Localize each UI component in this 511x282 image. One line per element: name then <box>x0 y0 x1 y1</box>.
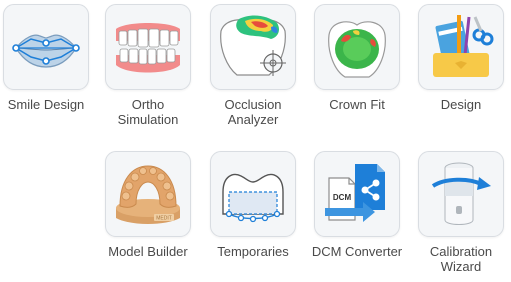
app-calibration-wizard[interactable]: Calibration Wizard <box>411 151 511 274</box>
app-label: Temporaries <box>217 244 289 259</box>
teeth-icon <box>116 23 180 73</box>
occlusion-analyzer-tile[interactable] <box>210 4 296 90</box>
dcm-file-icon: DCM <box>325 164 385 222</box>
smile-design-tile[interactable] <box>3 4 89 90</box>
app-label: Model Builder <box>108 244 188 259</box>
app-ortho-simulation[interactable]: Ortho Simulation <box>98 4 198 127</box>
app-label: DCM Converter <box>311 244 403 259</box>
app-dcm-converter[interactable]: DCM DCM Converter <box>307 151 407 259</box>
app-label: Smile Design <box>7 97 85 112</box>
calibration-icon <box>431 162 491 225</box>
app-design[interactable]: Design <box>411 4 511 112</box>
app-label: Calibration Wizard <box>429 244 493 274</box>
app-label: Occlusion Analyzer <box>224 97 282 127</box>
app-occlusion-analyzer[interactable]: Occlusion Analyzer <box>203 4 303 127</box>
app-smile-design[interactable]: Smile Design <box>0 4 96 112</box>
app-temporaries[interactable]: Temporaries <box>203 151 303 259</box>
lips-icon <box>12 34 80 68</box>
dcm-converter-tile[interactable]: DCM <box>314 151 400 237</box>
model-builder-tile[interactable]: MEDIT <box>105 151 191 237</box>
crown-fit-icon <box>328 21 386 78</box>
ortho-simulation-tile[interactable] <box>105 4 191 90</box>
dcm-badge: DCM <box>333 193 352 202</box>
app-model-builder[interactable]: MEDIT Model Builder <box>98 151 198 259</box>
temporaries-tile[interactable] <box>210 151 296 237</box>
app-label: Design <box>440 97 482 112</box>
design-tile[interactable] <box>418 4 504 90</box>
app-label: Crown Fit <box>329 97 385 112</box>
design-tools-icon <box>433 15 494 77</box>
calibration-wizard-tile[interactable] <box>418 151 504 237</box>
app-crown-fit[interactable]: Crown Fit <box>307 4 407 112</box>
crown-fit-tile[interactable] <box>314 4 400 90</box>
occlusion-map-icon <box>220 15 286 76</box>
medit-badge: MEDIT <box>156 216 172 222</box>
temporary-crown-icon <box>222 173 284 223</box>
dental-model-icon: MEDIT <box>116 165 180 224</box>
app-label: Ortho Simulation <box>117 97 179 127</box>
